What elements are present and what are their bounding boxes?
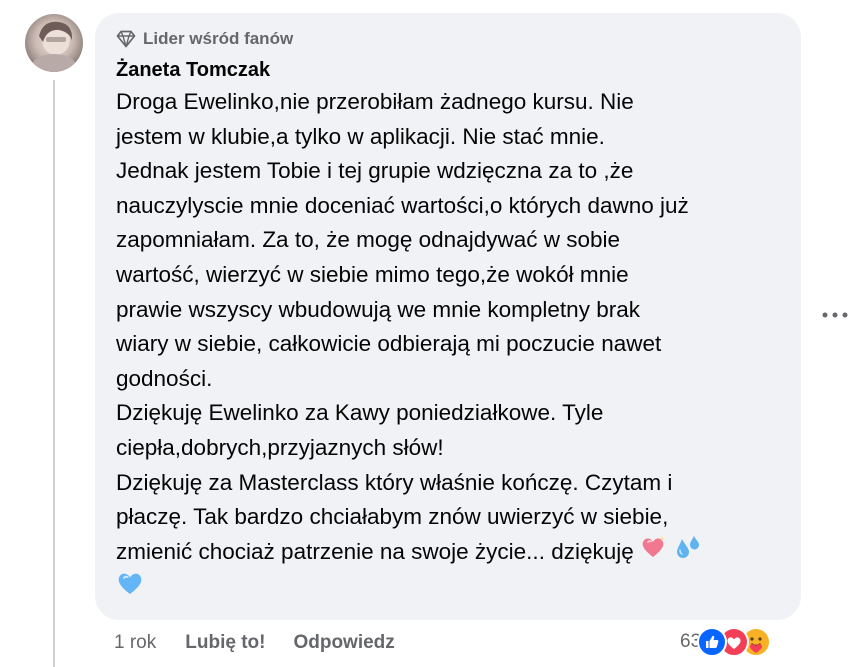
comment-line: wartość, wierzyć w siebie mimo tego,że w… — [116, 261, 629, 287]
comment-line-emoji — [116, 570, 786, 607]
comment-actions: 1 rok Lubię to! Odpowiedz — [114, 630, 395, 656]
comment-line: godności. — [116, 365, 213, 391]
comment-line: zmienić chociaż patrzenie na swoje życie… — [116, 538, 634, 564]
comment-timestamp[interactable]: 1 rok — [114, 632, 156, 654]
thread-line — [53, 80, 55, 667]
comment-line: wiary w siebie, całkowicie odbierają mi … — [116, 331, 662, 357]
comment-line: Droga Ewelinko,nie przerobiłam żadnego k… — [116, 89, 634, 114]
comment-line: ciepła,dobrych,przyjaznych słów! — [116, 434, 444, 460]
comment-line: płaczę. Tak bardzo chciałabym znów uwier… — [116, 504, 669, 530]
comment-line: Dziękuję Ewelinko za Kawy poniedziałkowe… — [116, 400, 604, 426]
more-options-icon — [822, 312, 848, 318]
comment-line: zapomniałam. Za to, że mogę odnajdywać w… — [116, 227, 621, 253]
blue-heart-icon — [116, 570, 144, 607]
reactions-summary[interactable]: 63 — [680, 626, 772, 658]
comment-line: jestem w klubie,a tylko w aplikacji. Nie… — [116, 123, 605, 149]
reply-button[interactable]: Odpowiedz — [293, 632, 394, 654]
more-options-button[interactable] — [820, 303, 850, 327]
comment-line: Jednak jestem Tobie i tej grupie wdzięcz… — [116, 158, 634, 184]
sweat-droplets-icon — [672, 535, 702, 570]
comment-line-last: zmienić chociaż patrzenie na swoje życie… — [116, 535, 786, 570]
diamond-icon — [116, 30, 136, 48]
comment-line: Dziękuję za Masterclass który właśnie ko… — [116, 469, 673, 495]
sparkling-heart-icon — [640, 535, 666, 570]
avatar-photo — [32, 21, 76, 72]
top-fan-badge: Lider wśród fanów — [116, 28, 293, 50]
comment-author[interactable]: Żaneta Tomczak — [116, 57, 270, 83]
comment-line: prawie wszyscy wbudowują we mnie komplet… — [116, 296, 640, 322]
like-button[interactable]: Lubię to! — [185, 632, 265, 654]
comment-line: nauczylyscie mnie doceniać wartości,o kt… — [116, 192, 689, 218]
badge-label: Lider wśród fanów — [143, 29, 294, 48]
like-reaction-icon — [697, 627, 728, 657]
comment-text: Droga Ewelinko,nie przerobiłam żadnego k… — [116, 85, 786, 607]
avatar[interactable] — [25, 14, 83, 72]
